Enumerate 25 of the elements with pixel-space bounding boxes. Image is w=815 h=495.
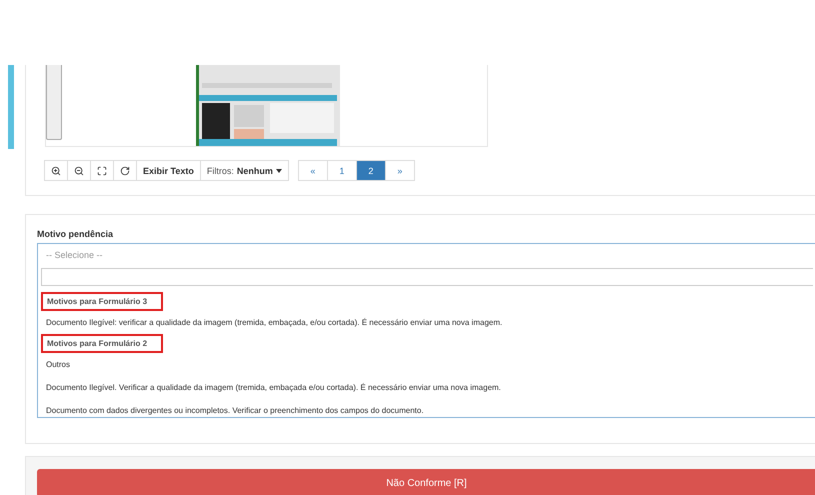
zoom-in-icon <box>51 166 61 176</box>
rotate-button[interactable] <box>113 160 137 181</box>
option-group-header: Motivos para Formulário 2 <box>41 334 163 353</box>
page-button[interactable]: » <box>384 160 415 181</box>
show-text-button[interactable]: Exibir Texto <box>136 160 201 181</box>
dropdown-option[interactable]: Documento Ilegível: verificar a qualidade da imagem (tremida, embaçada, e/ou cortada). É necessário enviar uma nova imagem. <box>38 311 815 334</box>
search-field[interactable] <box>41 268 813 286</box>
field-label: Motivo pendência <box>37 229 114 239</box>
zoom-out-button[interactable] <box>67 160 91 181</box>
non-conform-button[interactable]: Não Conforme [R] <box>37 469 815 495</box>
filter-dropdown[interactable]: Filtros: Nenhum <box>200 160 289 181</box>
rotate-icon <box>120 166 130 176</box>
dropdown-option[interactable]: Documento com dados divergentes ou incompletos. Verificar o preenchimento dos campos do documento. <box>38 399 815 417</box>
zoom-in-button[interactable] <box>44 160 68 181</box>
page-button[interactable]: 1 <box>326 160 357 181</box>
reason-select[interactable]: -- Selecione -- Motivos para Formulário 3 Documento Ilegível: verificar a qualidade da imagem (tremida, embaçada, e/ou cortada). É necessário enviar uma nova imagem. Motivos para Formulário 2 Outros Documento Ilegível. Verificar a qualidade da imagem (tremida, embaçada e/ou cortada). É necessário enviar uma nova imagem. Documento com dados divergentes ou incompletos. Verificar o preenchimento dos campos do documento. <box>37 243 815 418</box>
caret-icon <box>276 168 282 172</box>
expand-icon <box>97 166 107 176</box>
zoom-out-icon <box>74 166 84 176</box>
dropdown-option[interactable]: Outros <box>38 353 815 376</box>
dropdown-option[interactable]: Documento Ilegível. Verificar a qualidade da imagem (tremida, embaçada e/ou cortada). É necessário enviar uma nova imagem. <box>38 376 815 399</box>
page-button[interactable]: « <box>298 160 328 181</box>
page-button[interactable]: 2 <box>356 160 386 181</box>
option-group-header: Motivos para Formulário 3 <box>41 292 163 311</box>
scrollbar[interactable] <box>46 65 62 140</box>
